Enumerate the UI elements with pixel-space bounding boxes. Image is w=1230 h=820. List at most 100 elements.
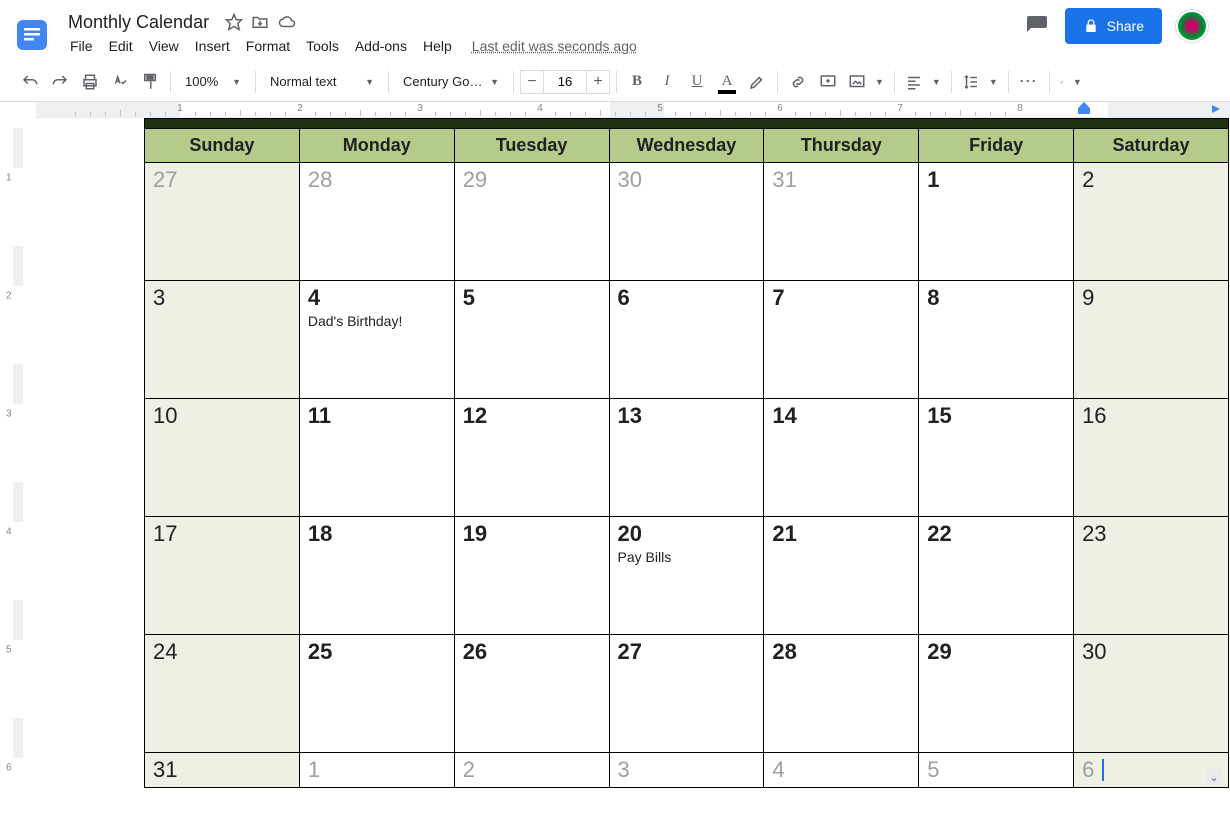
- calendar-cell[interactable]: 10: [145, 399, 300, 517]
- calendar-cell[interactable]: 27: [609, 635, 764, 753]
- line-spacing-dropdown[interactable]: ▼: [958, 68, 1002, 96]
- insert-image-dropdown[interactable]: ▼: [844, 68, 888, 96]
- insert-comment-button[interactable]: [814, 68, 842, 96]
- day-header[interactable]: Sunday: [145, 129, 300, 163]
- paint-format-button[interactable]: [136, 68, 164, 96]
- calendar-cell[interactable]: 5: [454, 281, 609, 399]
- font-size-increase[interactable]: +: [586, 70, 610, 94]
- bold-button[interactable]: B: [623, 68, 651, 96]
- calendar-cell[interactable]: 8: [919, 281, 1074, 399]
- paragraph-style-dropdown[interactable]: Normal text▼: [262, 68, 382, 96]
- day-header[interactable]: Wednesday: [609, 129, 764, 163]
- share-button[interactable]: Share: [1065, 8, 1162, 44]
- calendar-cell[interactable]: 14: [764, 399, 919, 517]
- calendar-cell[interactable]: 28: [764, 635, 919, 753]
- calendar-cell[interactable]: 24: [145, 635, 300, 753]
- menu-tools[interactable]: Tools: [298, 34, 347, 58]
- editing-mode-dropdown[interactable]: ▼: [1056, 68, 1086, 96]
- calendar-cell[interactable]: 17: [145, 517, 300, 635]
- day-header[interactable]: Tuesday: [454, 129, 609, 163]
- docs-logo-icon[interactable]: [12, 8, 52, 62]
- menu-help[interactable]: Help: [415, 34, 460, 58]
- star-icon[interactable]: [225, 13, 243, 31]
- font-family-dropdown[interactable]: Century Go…▼: [395, 68, 507, 96]
- calendar-cell[interactable]: 20Pay Bills: [609, 517, 764, 635]
- align-dropdown[interactable]: ▼: [901, 68, 945, 96]
- calendar-event[interactable]: Dad's Birthday!: [308, 313, 446, 329]
- calendar-cell[interactable]: 29: [919, 635, 1074, 753]
- calendar-cell[interactable]: 1: [299, 753, 454, 788]
- calendar-cell[interactable]: 12: [454, 399, 609, 517]
- cloud-status-icon[interactable]: [277, 13, 297, 31]
- zoom-dropdown[interactable]: 100%▼: [177, 68, 249, 96]
- calendar-event[interactable]: Pay Bills: [618, 549, 756, 565]
- print-button[interactable]: [76, 68, 104, 96]
- calendar-cell[interactable]: 2: [454, 753, 609, 788]
- menu-edit[interactable]: Edit: [101, 34, 141, 58]
- calendar-cell[interactable]: 13: [609, 399, 764, 517]
- more-button[interactable]: ⋯: [1015, 68, 1043, 96]
- calendar-cell[interactable]: 31: [145, 753, 300, 788]
- calendar-cell[interactable]: 18: [299, 517, 454, 635]
- calendar-cell[interactable]: 29: [454, 163, 609, 281]
- calendar-cell[interactable]: 31: [764, 163, 919, 281]
- share-label: Share: [1107, 18, 1144, 34]
- calendar-cell[interactable]: 30: [1074, 635, 1229, 753]
- calendar-cell[interactable]: 27: [145, 163, 300, 281]
- insert-link-button[interactable]: [784, 68, 812, 96]
- calendar-cell[interactable]: 28: [299, 163, 454, 281]
- font-size-group: − +: [520, 70, 610, 94]
- calendar-cell[interactable]: 9: [1074, 281, 1229, 399]
- calendar-cell[interactable]: 11: [299, 399, 454, 517]
- calendar-cell[interactable]: 5: [919, 753, 1074, 788]
- highlight-color-button[interactable]: [743, 68, 771, 96]
- calendar-cell[interactable]: 6⌄: [1074, 753, 1229, 788]
- move-icon[interactable]: [251, 13, 269, 31]
- calendar-cell[interactable]: 22: [919, 517, 1074, 635]
- day-header[interactable]: Friday: [919, 129, 1074, 163]
- calendar-table[interactable]: SundayMondayTuesdayWednesdayThursdayFrid…: [144, 128, 1229, 788]
- chevron-down-icon[interactable]: ⌄: [1206, 769, 1222, 785]
- undo-button[interactable]: [16, 68, 44, 96]
- calendar-cell[interactable]: 26: [454, 635, 609, 753]
- calendar-cell[interactable]: 1: [919, 163, 1074, 281]
- calendar-cell[interactable]: 21: [764, 517, 919, 635]
- calendar-cell[interactable]: 3: [609, 753, 764, 788]
- calendar-cell[interactable]: 7: [764, 281, 919, 399]
- ruler-right-arrow-icon: [1210, 103, 1222, 115]
- day-header[interactable]: Monday: [299, 129, 454, 163]
- calendar-cell[interactable]: 19: [454, 517, 609, 635]
- menu-format[interactable]: Format: [238, 34, 298, 58]
- account-avatar[interactable]: [1176, 10, 1208, 42]
- vertical-ruler[interactable]: 123456: [0, 118, 36, 816]
- text-color-button[interactable]: A: [713, 68, 741, 96]
- calendar-cell[interactable]: 23: [1074, 517, 1229, 635]
- font-size-decrease[interactable]: −: [520, 70, 544, 94]
- italic-button[interactable]: I: [653, 68, 681, 96]
- font-size-input[interactable]: [544, 70, 586, 94]
- calendar-cell[interactable]: 25: [299, 635, 454, 753]
- document-canvas[interactable]: SundayMondayTuesdayWednesdayThursdayFrid…: [36, 118, 1230, 816]
- calendar-cell[interactable]: 6: [609, 281, 764, 399]
- calendar-cell[interactable]: 4: [764, 753, 919, 788]
- calendar-cell[interactable]: 16: [1074, 399, 1229, 517]
- comments-icon[interactable]: [1023, 12, 1051, 40]
- spellcheck-button[interactable]: [106, 68, 134, 96]
- calendar-cell[interactable]: 3: [145, 281, 300, 399]
- day-header[interactable]: Thursday: [764, 129, 919, 163]
- calendar-cell[interactable]: 2: [1074, 163, 1229, 281]
- menu-insert[interactable]: Insert: [187, 34, 238, 58]
- calendar-cell[interactable]: 15: [919, 399, 1074, 517]
- day-header[interactable]: Saturday: [1074, 129, 1229, 163]
- menu-view[interactable]: View: [141, 34, 187, 58]
- horizontal-ruler[interactable]: 12345678: [36, 102, 1230, 118]
- underline-button[interactable]: U: [683, 68, 711, 96]
- document-title[interactable]: Monthly Calendar: [62, 10, 215, 35]
- calendar-cell[interactable]: 30: [609, 163, 764, 281]
- last-edit-link[interactable]: Last edit was seconds ago: [472, 38, 637, 54]
- menu-file[interactable]: File: [62, 34, 101, 58]
- right-indent-marker[interactable]: [1078, 102, 1090, 115]
- calendar-cell[interactable]: 4Dad's Birthday!: [299, 281, 454, 399]
- redo-button[interactable]: [46, 68, 74, 96]
- menu-add-ons[interactable]: Add-ons: [347, 34, 415, 58]
